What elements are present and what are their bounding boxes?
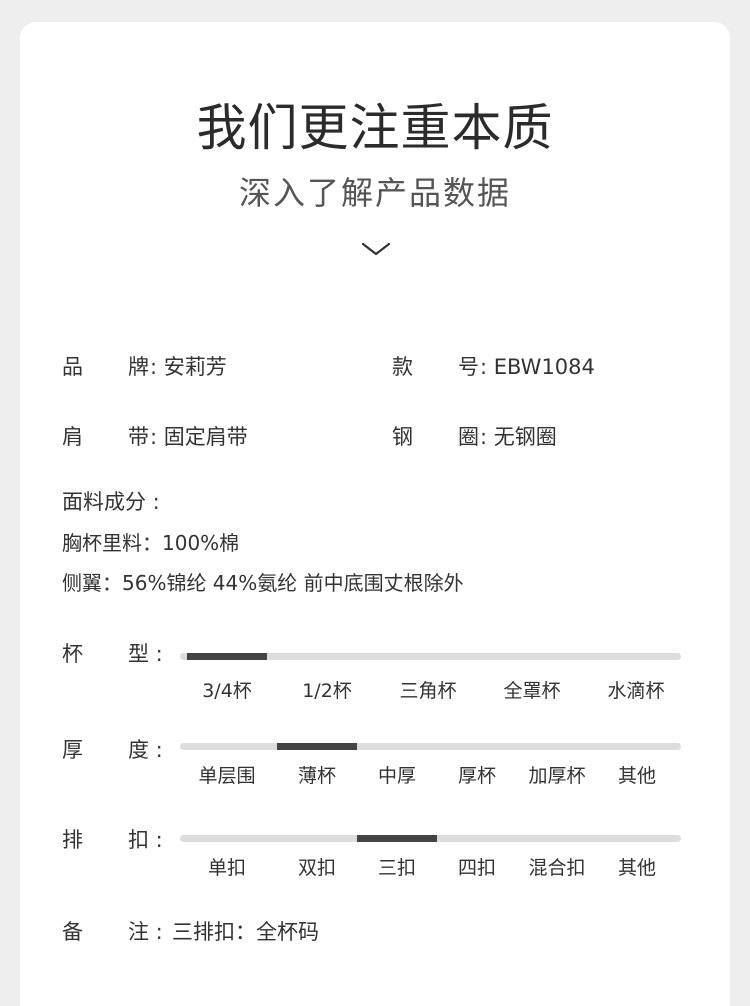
scale-option: 单层围 bbox=[198, 765, 256, 787]
note-label: 注 : bbox=[128, 920, 163, 944]
spec-value: : EBW1084 bbox=[480, 355, 595, 379]
spec-value: : 无钢圈 bbox=[480, 425, 557, 449]
spec-value: : 固定肩带 bbox=[150, 425, 248, 449]
scale-track bbox=[180, 835, 681, 842]
spec-label: 圈 bbox=[458, 425, 479, 449]
scale-option: 中厚 bbox=[377, 765, 417, 787]
scale-option: 混合扣 bbox=[528, 857, 586, 879]
scale-option: 加厚杯 bbox=[528, 765, 586, 787]
spec-label: 带 bbox=[128, 425, 149, 449]
scale-label: 厚 bbox=[62, 738, 83, 762]
page-subtitle: 深入了解产品数据 bbox=[238, 174, 511, 212]
page-title: 我们更注重本质 bbox=[196, 99, 554, 157]
spec-label: 牌 bbox=[128, 355, 149, 379]
scale-indicator bbox=[187, 653, 267, 660]
scale-label: 度 : bbox=[128, 738, 163, 762]
scale-indicator bbox=[277, 743, 357, 750]
spec-label: 肩 bbox=[62, 425, 83, 449]
scale-option: 三扣 bbox=[377, 857, 417, 879]
scale-option: 全罩杯 bbox=[503, 680, 561, 702]
scale-track bbox=[180, 653, 681, 660]
chevron-down-icon[interactable] bbox=[361, 238, 391, 260]
spec-label: 品 bbox=[62, 355, 83, 379]
note-label: 备 bbox=[62, 920, 83, 944]
scale-option: 单扣 bbox=[207, 857, 247, 879]
scale-option: 其他 bbox=[617, 857, 657, 879]
fabric-line: 侧翼：56%锦纶 44%氨纶 前中底围丈根除外 bbox=[62, 571, 464, 595]
scale-label: 型 : bbox=[128, 642, 163, 666]
scale-label: 排 bbox=[62, 828, 83, 852]
scale-option: 厚杯 bbox=[457, 765, 497, 787]
fabric-line: 胸杯里料：100%棉 bbox=[62, 531, 240, 555]
spec-value: : 安莉芳 bbox=[150, 355, 227, 379]
scale-option: 水滴杯 bbox=[607, 680, 665, 702]
scale-label: 杯 bbox=[62, 642, 83, 666]
scale-option: 薄杯 bbox=[297, 765, 337, 787]
scale-track bbox=[180, 743, 681, 750]
spec-label: 号 bbox=[458, 355, 479, 379]
scale-option: 1/2杯 bbox=[302, 680, 352, 702]
spec-label: 款 bbox=[392, 355, 413, 379]
scale-option: 四扣 bbox=[457, 857, 497, 879]
scale-option: 3/4杯 bbox=[202, 680, 252, 702]
scale-option: 其他 bbox=[617, 765, 657, 787]
scale-indicator bbox=[357, 835, 437, 842]
scale-option: 三角杯 bbox=[399, 680, 457, 702]
fabric-heading: 面料成分 : bbox=[62, 490, 160, 514]
spec-label: 钢 bbox=[392, 425, 413, 449]
note-value: 三排扣：全杯码 bbox=[172, 920, 319, 944]
scale-label: 扣 : bbox=[128, 828, 163, 852]
scale-option: 双扣 bbox=[297, 857, 337, 879]
